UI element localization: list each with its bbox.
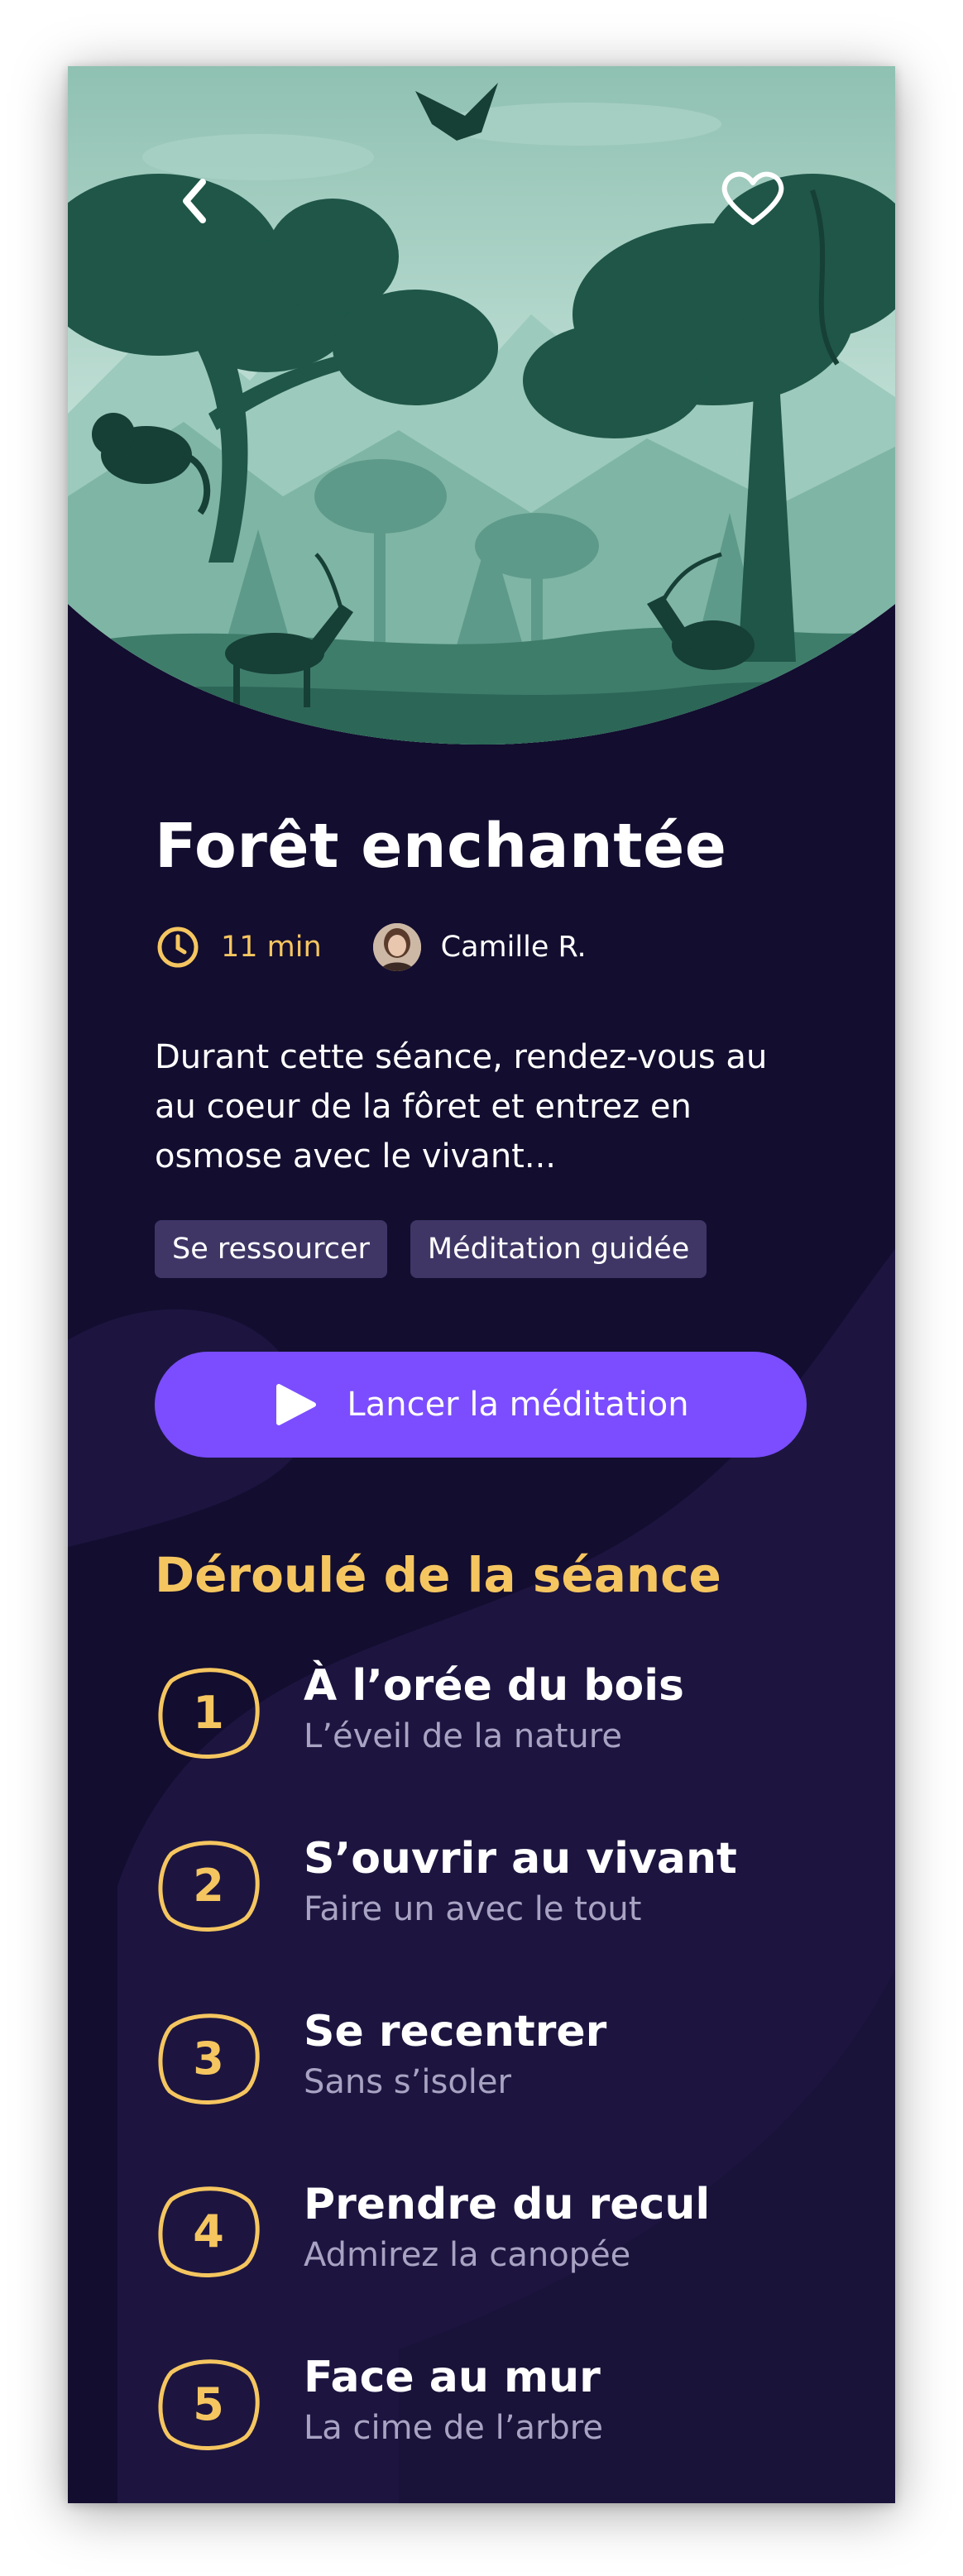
step-number-badge: 4: [155, 2181, 262, 2281]
step-number-badge: 5: [155, 2354, 262, 2454]
step-item[interactable]: 5 Face au mur La cime de l’arbre: [155, 2353, 817, 2503]
step-title: S’ouvrir au vivant: [304, 1834, 737, 1884]
section-title: Déroulé de la séance: [155, 1547, 721, 1603]
author-name[interactable]: Camille R.: [441, 931, 587, 964]
tag-chip[interactable]: Se ressourcer: [155, 1220, 387, 1278]
duration-label: 11 min: [221, 931, 322, 964]
step-item[interactable]: 3 Se recentrer Sans s’isoler: [155, 2007, 817, 2181]
start-meditation-label: Lancer la méditation: [347, 1386, 689, 1424]
favorite-button[interactable]: [713, 161, 793, 236]
step-number-badge: 2: [155, 1836, 262, 1935]
clock-icon: [155, 924, 201, 970]
description: Durant cette séance, rendez-vous au au c…: [155, 1038, 768, 1175]
step-subtitle: Admirez la canopée: [304, 2236, 631, 2274]
back-button[interactable]: [169, 172, 218, 230]
step-title: À l’orée du bois: [304, 1661, 685, 1711]
step-number-badge: 3: [155, 2009, 262, 2108]
steps-list: 1 À l’orée du bois L’éveil de la nature …: [155, 1661, 817, 2503]
play-icon: [272, 1381, 319, 1428]
step-subtitle: La cime de l’arbre: [304, 2409, 603, 2447]
meditation-screen: Forêt enchantée 11 min Camille R. Durant…: [68, 66, 895, 2503]
meta-row: 11 min Camille R.: [155, 918, 587, 976]
step-item[interactable]: 2 S’ouvrir au vivant Faire un avec le to…: [155, 1834, 817, 2009]
avatar: [372, 923, 421, 971]
tag-list: Se ressourcer Méditation guidée: [155, 1220, 707, 1278]
start-meditation-button[interactable]: Lancer la méditation: [155, 1352, 807, 1458]
step-item[interactable]: 4 Prendre du recul Admirez la canopée: [155, 2180, 817, 2354]
step-subtitle: Sans s’isoler: [304, 2063, 511, 2101]
tag-chip[interactable]: Méditation guidée: [410, 1220, 707, 1278]
step-item[interactable]: 1 À l’orée du bois L’éveil de la nature: [155, 1661, 817, 1836]
step-title: Face au mur: [304, 2353, 601, 2402]
chevron-left-icon: [183, 179, 206, 223]
step-number-badge: 1: [155, 1663, 262, 1762]
heart-outline-icon: [721, 171, 784, 225]
step-subtitle: Faire un avec le tout: [304, 1890, 642, 1928]
step-title: Se recentrer: [304, 2007, 607, 2056]
step-subtitle: L’éveil de la nature: [304, 1717, 622, 1755]
step-title: Prendre du recul: [304, 2180, 711, 2229]
page-title: Forêt enchantée: [155, 811, 727, 882]
